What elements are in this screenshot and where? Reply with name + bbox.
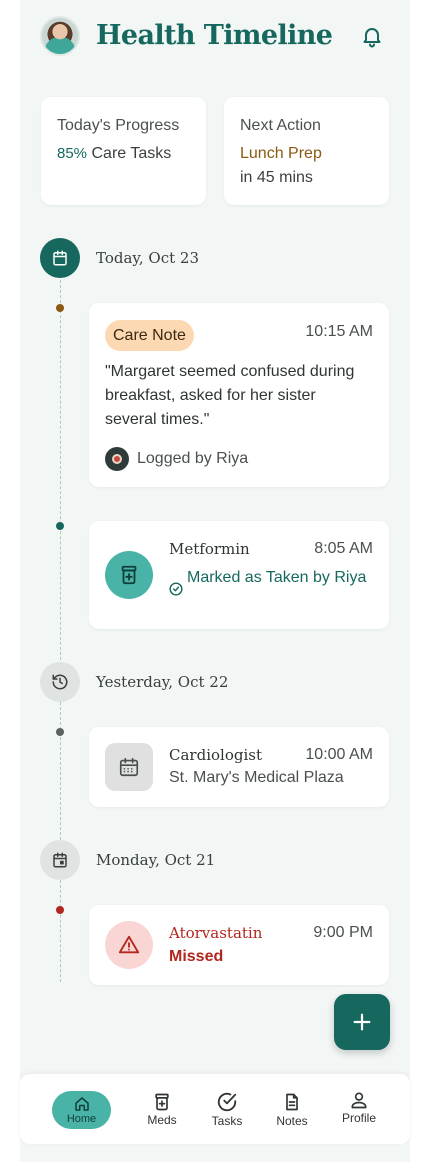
page-title: Health Timeline (96, 20, 333, 51)
calendar-icon (40, 238, 80, 278)
bottom-nav: Home Meds Tasks Notes Profile (20, 1074, 410, 1144)
calendar-grid-icon (105, 743, 153, 791)
warning-icon (105, 921, 153, 969)
nav-tasks-label: Tasks (211, 1113, 243, 1128)
pill-bottle-icon (105, 551, 153, 599)
timeline-dot (56, 304, 64, 312)
appointment-time: 10:00 AM (305, 746, 373, 763)
progress-text: Care Tasks (91, 145, 172, 162)
app-screen: Health Timeline Today's Progress 85% Car… (20, 0, 410, 1162)
med-card-metformin[interactable]: Metformin 8:05 AM Marked as Taken by Riy… (89, 521, 389, 629)
timeline-dot (56, 728, 64, 736)
med-status: Marked as Taken by Riya (187, 569, 367, 586)
progress-card[interactable]: Today's Progress 85% Care Tasks (41, 97, 206, 205)
appointment-location: St. Mary's Medical Plaza (169, 769, 344, 786)
timeline-line (60, 880, 61, 982)
appointment-card[interactable]: Cardiologist 10:00 AM St. Mary's Medical… (89, 727, 389, 807)
nav-notes-label: Notes (276, 1113, 308, 1128)
care-note-time: 10:15 AM (305, 323, 373, 340)
check-circle-icon (217, 1092, 237, 1111)
add-button[interactable] (334, 994, 390, 1050)
appointment-name: Cardiologist (169, 746, 262, 764)
next-action-label: Next Action (240, 117, 321, 134)
progress-label: Today's Progress (57, 117, 180, 134)
logged-by: Logged by Riya (137, 450, 249, 467)
nav-meds[interactable]: Meds (144, 1074, 180, 1144)
timeline-line (60, 702, 61, 840)
timeline-dot (56, 906, 64, 914)
care-note-card[interactable]: Care Note 10:15 AM "Margaret seemed conf… (89, 303, 389, 487)
med-card-atorvastatin[interactable]: Atorvastatin 9:00 PM Missed (89, 905, 389, 985)
date-today: Today, Oct 23 (96, 249, 200, 267)
timeline-line (60, 280, 61, 660)
missed-status: Missed (169, 948, 224, 965)
person-icon (351, 1092, 367, 1108)
nav-profile-label: Profile (341, 1110, 376, 1125)
next-action-card[interactable]: Next Action Lunch Prep in 45 mins (224, 97, 389, 205)
nav-tasks[interactable]: Tasks (207, 1074, 247, 1144)
plus-icon (353, 1013, 371, 1031)
next-action-eta: in 45 mins (240, 169, 313, 186)
caregiver-avatar (105, 447, 129, 471)
nav-notes[interactable]: Notes (272, 1074, 312, 1144)
calendar-event-icon (40, 840, 80, 880)
avatar[interactable] (40, 16, 80, 56)
date-monday: Monday, Oct 21 (96, 851, 216, 869)
care-note-text: "Margaret seemed confused during breakfa… (105, 363, 355, 428)
nav-profile[interactable]: Profile (336, 1072, 382, 1142)
med-time: 8:05 AM (314, 540, 373, 557)
bell-icon[interactable] (360, 24, 384, 50)
nav-home-label: Home (66, 1113, 97, 1125)
med-name: Metformin (169, 540, 250, 558)
nav-home[interactable]: Home (52, 1091, 111, 1129)
document-icon (286, 1093, 298, 1110)
next-action-item: Lunch Prep (240, 145, 322, 162)
missed-med-name: Atorvastatin (169, 924, 263, 942)
history-icon (40, 662, 80, 702)
care-note-badge: Care Note (105, 320, 194, 351)
progress-value: 85% Care Tasks (57, 142, 190, 166)
timeline-dot (56, 522, 64, 530)
date-yesterday: Yesterday, Oct 22 (96, 673, 229, 691)
home-icon (74, 1097, 89, 1111)
nav-meds-label: Meds (147, 1112, 177, 1127)
check-circle-icon (169, 582, 183, 596)
header: Health Timeline (20, 0, 410, 74)
missed-med-time: 9:00 PM (313, 924, 373, 941)
pill-bottle-icon (155, 1093, 169, 1110)
progress-percent: 85% (57, 145, 88, 162)
